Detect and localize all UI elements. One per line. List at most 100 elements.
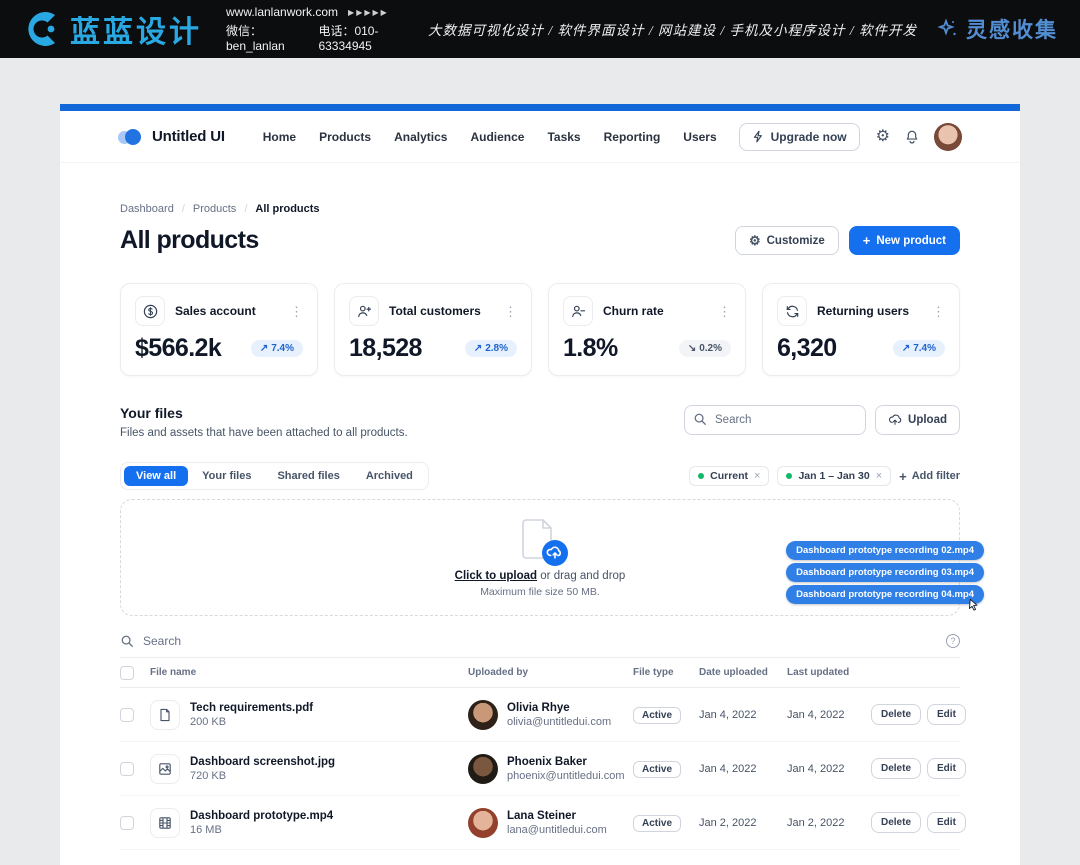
kebab-menu-icon[interactable]: ⋮ — [718, 305, 731, 318]
row-checkbox[interactable] — [120, 762, 134, 776]
col-last-updated[interactable]: Last updated — [787, 667, 871, 678]
avatar — [468, 754, 498, 784]
status-badge: Active — [633, 815, 681, 832]
file-tabs: View all Your files Shared files Archive… — [120, 462, 429, 490]
settings-gear-icon[interactable]: ⚙ — [876, 129, 890, 145]
upload-cloud-icon — [888, 413, 902, 427]
collect-link[interactable]: 灵感收集 — [935, 14, 1058, 44]
plus-icon: + — [899, 470, 907, 483]
lanlan-logo-icon — [22, 9, 62, 49]
arrows-icon: ▶▶▶▶▶ — [348, 8, 389, 17]
customize-button[interactable]: ⚙ Customize — [735, 226, 839, 255]
file-chip[interactable]: Dashboard prototype recording 04.mp4 — [786, 585, 984, 604]
delete-button[interactable]: Delete — [871, 812, 921, 833]
edit-button[interactable]: Edit — [927, 812, 966, 833]
delete-button[interactable]: Delete — [871, 758, 921, 779]
gear-icon: ⚙ — [749, 234, 761, 247]
breadcrumb-products[interactable]: Products — [193, 203, 236, 215]
banner-services: 大数据可视化设计 / 软件界面设计 / 网站建设 / 手机及小程序设计 / 软件… — [428, 19, 917, 39]
nav-item-audience[interactable]: Audience — [470, 130, 524, 144]
nav-item-tasks[interactable]: Tasks — [547, 130, 580, 144]
file-chip[interactable]: Dashboard prototype recording 03.mp4 — [786, 563, 984, 582]
bell-icon[interactable] — [904, 129, 920, 145]
upload-dropzone[interactable]: Click to upload or drag and drop Maximum… — [120, 499, 960, 616]
stat-value: 18,528 — [349, 334, 422, 363]
new-product-button[interactable]: + New product — [849, 226, 960, 255]
cursor-pointer-icon — [967, 598, 980, 612]
filter-chip-date-range[interactable]: Jan 1 – Jan 30 × — [777, 466, 891, 486]
untitled-ui-logo-icon — [118, 129, 144, 145]
banner-phone: 电话：010-63334945 — [318, 22, 410, 53]
nav-item-reporting[interactable]: Reporting — [604, 130, 661, 144]
brand-name: Untitled UI — [152, 128, 225, 145]
col-file-name[interactable]: File name — [150, 667, 468, 678]
select-all-checkbox[interactable] — [120, 666, 134, 680]
upload-button[interactable]: Upload — [875, 405, 960, 435]
edit-button[interactable]: Edit — [927, 758, 966, 779]
add-filter-button[interactable]: + Add filter — [899, 470, 960, 483]
page: 蓝蓝设计 www.lanlanwork.com ▶▶▶▶▶ 微信：ben_lan… — [0, 0, 1080, 865]
kebab-menu-icon[interactable]: ⋮ — [932, 305, 945, 318]
trend-up-icon: ↗ — [260, 343, 268, 354]
close-icon[interactable]: × — [754, 470, 760, 482]
nav-item-users[interactable]: Users — [683, 130, 716, 144]
banner-contact: www.lanlanwork.com ▶▶▶▶▶ 微信：ben_lanlan 电… — [226, 5, 410, 53]
kebab-menu-icon[interactable]: ⋮ — [504, 305, 517, 318]
window-accent-bar — [60, 104, 1020, 111]
search-icon — [693, 412, 707, 426]
file-chip[interactable]: Dashboard prototype recording 02.mp4 — [786, 541, 984, 560]
banner-website[interactable]: www.lanlanwork.com — [226, 5, 338, 19]
change-badge: ↗ 7.4% — [251, 340, 303, 357]
files-title: Your files — [120, 405, 408, 421]
upgrade-button[interactable]: Upgrade now — [739, 123, 860, 151]
tab-archived[interactable]: Archived — [354, 466, 425, 486]
uploader-name: Lana Steiner — [507, 810, 607, 822]
user-avatar[interactable] — [934, 123, 962, 151]
filter-chip-current[interactable]: Current × — [689, 466, 769, 486]
close-icon[interactable]: × — [876, 470, 882, 482]
edit-button[interactable]: Edit — [927, 704, 966, 725]
file-size: 200 KB — [190, 716, 313, 728]
last-updated: Jan 2, 2022 — [787, 817, 871, 829]
row-checkbox[interactable] — [120, 708, 134, 722]
stat-value: $566.2k — [135, 334, 221, 363]
table-search-input[interactable] — [143, 634, 937, 648]
stat-label: Returning users — [817, 304, 909, 318]
tab-view-all[interactable]: View all — [124, 466, 188, 486]
col-file-type[interactable]: File type — [633, 667, 699, 678]
nav-item-analytics[interactable]: Analytics — [394, 130, 447, 144]
breadcrumb-separator: / — [244, 203, 247, 215]
stat-label: Churn rate — [603, 304, 664, 318]
uploaded-file-chips: Dashboard prototype recording 02.mp4 Das… — [786, 541, 984, 604]
avatar — [468, 700, 498, 730]
stat-label: Sales account — [175, 304, 256, 318]
click-to-upload-link[interactable]: Click to upload — [455, 570, 537, 582]
table-row: Tech requirements.pdf 200 KB Olivia Rhye… — [120, 688, 960, 742]
zap-icon — [752, 130, 765, 143]
nav-item-home[interactable]: Home — [263, 130, 296, 144]
files-search-input[interactable] — [684, 405, 866, 435]
plus-icon: + — [863, 234, 871, 247]
upload-file-icon — [520, 518, 560, 564]
breadcrumb-dashboard[interactable]: Dashboard — [120, 203, 174, 215]
brand[interactable]: Untitled UI — [118, 128, 225, 145]
kebab-menu-icon[interactable]: ⋮ — [290, 305, 303, 318]
tab-shared-files[interactable]: Shared files — [265, 466, 351, 486]
tab-your-files[interactable]: Your files — [190, 466, 263, 486]
banner-wechat: 微信：ben_lanlan — [226, 22, 302, 53]
title-row: All products ⚙ Customize + New product — [120, 226, 960, 255]
banner-logo[interactable]: 蓝蓝设计 — [22, 7, 202, 51]
delete-button[interactable]: Delete — [871, 704, 921, 725]
user-minus-icon — [563, 296, 593, 326]
nav-item-products[interactable]: Products — [319, 130, 371, 144]
avatar — [468, 808, 498, 838]
stat-card-sales-account: Sales account ⋮ $566.2k ↗ 7.4% — [120, 283, 318, 376]
row-checkbox[interactable] — [120, 816, 134, 830]
files-section-header: Your files Files and assets that have be… — [120, 405, 960, 439]
green-dot-icon — [698, 473, 704, 479]
dropzone-text: Click to upload or drag and drop — [455, 570, 626, 582]
dropzone-note: Maximum file size 50 MB. — [480, 586, 600, 598]
help-icon[interactable]: ? — [946, 634, 960, 648]
col-uploaded-by[interactable]: Uploaded by — [468, 667, 633, 678]
col-date-uploaded[interactable]: Date uploaded — [699, 667, 787, 678]
